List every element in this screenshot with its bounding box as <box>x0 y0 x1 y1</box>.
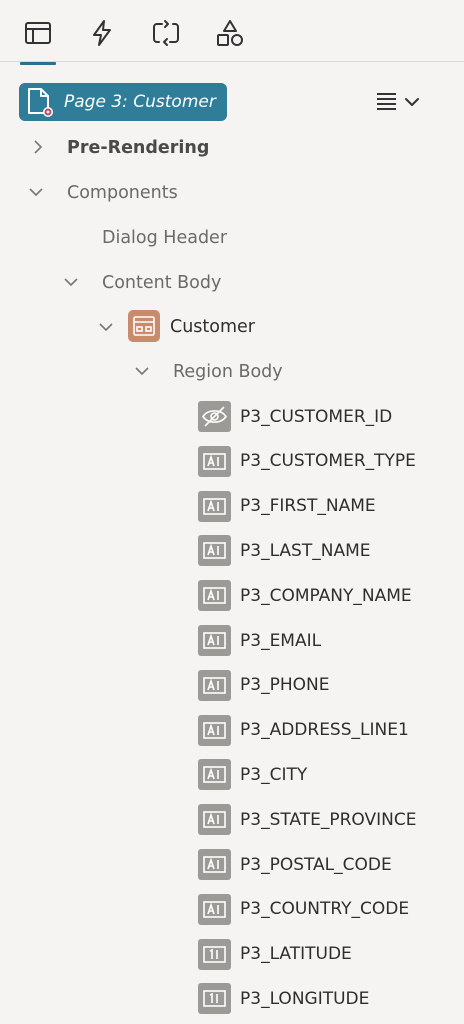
tab-dynamic-actions[interactable] <box>82 13 122 53</box>
tab-bar <box>0 0 464 65</box>
tab-processing[interactable] <box>146 13 186 53</box>
tree-node-region-body[interactable]: Region Body <box>173 357 283 387</box>
tree-item-label[interactable]: P3_COMPANY_NAME <box>240 580 412 612</box>
text-field-icon <box>198 580 231 612</box>
tree-item-label[interactable]: P3_COUNTRY_CODE <box>240 893 409 925</box>
text-field-icon <box>198 804 231 836</box>
processing-icon <box>153 20 179 46</box>
text-field-icon <box>198 490 231 522</box>
tree-item-label[interactable]: P3_CITY <box>240 759 307 791</box>
tree-item-label[interactable]: P3_POSTAL_CODE <box>240 849 392 881</box>
tree-item-label[interactable]: P3_FIRST_NAME <box>240 490 376 522</box>
list-menu-icon <box>377 93 419 110</box>
tree-item-label[interactable]: P3_LATITUDE <box>240 938 352 970</box>
tree-menu-button[interactable] <box>374 88 424 116</box>
text-field-icon <box>198 849 231 880</box>
text-field-icon <box>198 759 231 791</box>
chevron-right-icon[interactable] <box>31 140 45 154</box>
tree-node-customer-region[interactable]: Customer <box>170 312 255 342</box>
tree-item-label[interactable]: P3_PHONE <box>240 669 329 701</box>
chevron-down-icon[interactable] <box>64 275 78 289</box>
tree-item-label[interactable]: P3_LONGITUDE <box>240 983 369 1015</box>
tab-shared-components[interactable] <box>210 13 250 53</box>
text-field-icon <box>198 535 231 567</box>
tree-node-components[interactable]: Components <box>67 178 178 208</box>
tree-item-label[interactable]: P3_STATE_PROVINCE <box>240 804 416 836</box>
text-field-icon <box>198 893 231 925</box>
tree-item-label[interactable]: P3_EMAIL <box>240 625 321 657</box>
tree-item-label[interactable]: P3_ADDRESS_LINE1 <box>240 714 409 746</box>
tab-rendering[interactable] <box>18 13 58 65</box>
chevron-down-icon[interactable] <box>135 364 149 378</box>
number-field-icon <box>198 938 231 970</box>
hidden-item-icon <box>198 401 231 432</box>
chevron-down-icon[interactable] <box>29 185 43 199</box>
tree-node-pre-rendering[interactable]: Pre-Rendering <box>67 133 209 163</box>
text-field-icon <box>198 669 231 701</box>
page-node[interactable]: Page 3: Customer <box>19 83 227 121</box>
tree-item-label[interactable]: P3_LAST_NAME <box>240 535 371 567</box>
tree-item-label[interactable]: P3_CUSTOMER_ID <box>240 401 392 433</box>
tree-node-content-body[interactable]: Content Body <box>102 268 221 298</box>
shared-components-icon <box>217 20 243 46</box>
region-icon <box>128 310 160 342</box>
page-icon <box>28 88 53 117</box>
text-field-icon <box>198 714 231 746</box>
tree-item-label[interactable]: P3_CUSTOMER_TYPE <box>240 445 416 477</box>
text-field-icon <box>198 445 231 477</box>
rendering-tree-icon <box>25 22 51 44</box>
tree-node-dialog-header[interactable]: Dialog Header <box>102 223 227 253</box>
text-field-icon <box>198 625 231 656</box>
page-title: Page 3: Customer <box>64 92 216 112</box>
dynamic-actions-icon <box>93 20 111 46</box>
number-field-icon <box>198 983 231 1015</box>
chevron-down-icon[interactable] <box>99 320 113 334</box>
